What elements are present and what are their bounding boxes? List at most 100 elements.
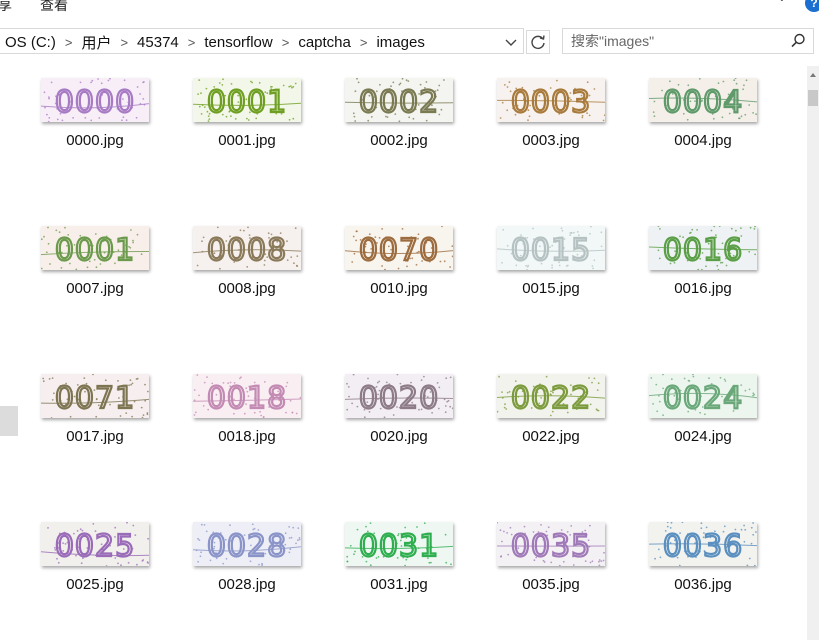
breadcrumb: OS (C:) > 用户 > 45374 > tensorflow > capt… [5,32,425,53]
file-name[interactable]: 0036.jpg [638,576,768,593]
file-name[interactable]: 0007.jpg [30,280,160,297]
captcha-thumbnail: 0036 [649,522,757,566]
captcha-thumbnail: 0003 [497,78,605,122]
file-item[interactable]: 0018 0018.jpg [182,360,312,460]
address-bar[interactable]: OS (C:) > 用户 > 45374 > tensorflow > capt… [0,28,524,54]
file-name[interactable]: 0015.jpg [486,280,616,297]
help-icon[interactable]: ? [805,0,819,12]
captcha-thumbnail: 0070 [345,226,453,270]
file-item[interactable]: 0002 0002.jpg [334,64,464,164]
captcha-text: 0071 [55,381,135,416]
ribbon-tab-view[interactable]: 查看 [40,0,68,15]
file-item[interactable]: 0001 0001.jpg [182,64,312,164]
captcha-text: 0001 [207,85,287,120]
file-name[interactable]: 0024.jpg [638,428,768,445]
search-input[interactable] [571,32,781,50]
captcha-thumbnail: 0071 [41,374,149,418]
captcha-thumbnail: 0004 [649,78,757,122]
scrollbar-thumb[interactable] [808,90,818,106]
vertical-scrollbar[interactable] [807,66,819,640]
captcha-thumbnail: 0002 [345,78,453,122]
file-name[interactable]: 0008.jpg [182,280,312,297]
file-name[interactable]: 0018.jpg [182,428,312,445]
captcha-thumbnail: 0035 [497,522,605,566]
breadcrumb-item-user[interactable]: 45374 [137,34,179,51]
file-list: 0000 0000.jpg 0001 0001.jpg 0002 0002.jpg 0003… [20,64,807,640]
captcha-text: 0018 [207,381,287,416]
file-name[interactable]: 0017.jpg [30,428,160,445]
captcha-thumbnail: 0018 [193,374,301,418]
file-item[interactable]: 0000 0000.jpg [30,64,160,164]
expand-ribbon-icon[interactable]: ⌄ [776,0,788,5]
chevron-right-icon[interactable]: > [65,35,73,50]
file-name[interactable]: 0004.jpg [638,132,768,149]
file-name[interactable]: 0025.jpg [30,576,160,593]
file-item[interactable]: 0020 0020.jpg [334,360,464,460]
file-name[interactable]: 0003.jpg [486,132,616,149]
chevron-right-icon[interactable]: > [360,35,368,50]
file-item[interactable]: 0015 0015.jpg [486,212,616,312]
scroll-up-icon[interactable] [807,68,819,80]
file-item[interactable]: 0001 0007.jpg [30,212,160,312]
captcha-text: 0028 [207,529,287,564]
breadcrumb-item-drive[interactable]: OS (C:) [5,34,56,51]
chevron-down-icon[interactable] [502,33,520,51]
captcha-text: 0016 [663,233,743,268]
file-name[interactable]: 0022.jpg [486,428,616,445]
file-item[interactable]: 0070 0010.jpg [334,212,464,312]
file-item[interactable]: 0016 0016.jpg [638,212,768,312]
captcha-thumbnail: 0025 [41,522,149,566]
captcha-text: 0031 [359,529,439,564]
file-item[interactable]: 0035 0035.jpg [486,508,616,608]
captcha-text: 0035 [511,529,591,564]
breadcrumb-item-captcha[interactable]: captcha [298,34,351,51]
file-name[interactable]: 0000.jpg [30,132,160,149]
captcha-thumbnail: 0016 [649,226,757,270]
file-item[interactable]: 0025 0025.jpg [30,508,160,608]
ribbon-tab-share[interactable]: 享 [0,0,12,15]
file-name[interactable]: 0010.jpg [334,280,464,297]
file-item[interactable]: 0008 0008.jpg [182,212,312,312]
navigation-pane-fragment[interactable] [0,406,18,436]
file-item[interactable]: 0036 0036.jpg [638,508,768,608]
file-item[interactable]: 0022 0022.jpg [486,360,616,460]
captcha-thumbnail: 0022 [497,374,605,418]
breadcrumb-item-tensorflow[interactable]: tensorflow [204,34,272,51]
file-name[interactable]: 0035.jpg [486,576,616,593]
captcha-text: 0020 [359,381,439,416]
file-item[interactable]: 0031 0031.jpg [334,508,464,608]
file-name[interactable]: 0031.jpg [334,576,464,593]
chevron-right-icon[interactable]: > [282,35,290,50]
search-icon[interactable] [789,32,807,50]
captcha-text: 0036 [663,529,743,564]
breadcrumb-item-images[interactable]: images [376,34,424,51]
file-item[interactable]: 0024 0024.jpg [638,360,768,460]
captcha-thumbnail: 0031 [345,522,453,566]
refresh-button[interactable] [526,30,550,54]
breadcrumb-item-users[interactable]: 用户 [81,32,111,53]
captcha-text: 0001 [55,233,135,268]
captcha-text: 0015 [511,233,591,268]
file-item[interactable]: 0028 0028.jpg [182,508,312,608]
captcha-text: 0070 [359,233,439,268]
file-name[interactable]: 0016.jpg [638,280,768,297]
captcha-text: 0003 [511,85,591,120]
captcha-text: 0024 [663,381,743,416]
captcha-thumbnail: 0000 [41,78,149,122]
captcha-text: 0002 [359,85,439,120]
file-item[interactable]: 0003 0003.jpg [486,64,616,164]
chevron-right-icon[interactable]: > [188,35,196,50]
file-name[interactable]: 0028.jpg [182,576,312,593]
captcha-thumbnail: 0008 [193,226,301,270]
chevron-right-icon[interactable]: > [120,35,128,50]
file-name[interactable]: 0002.jpg [334,132,464,149]
refresh-icon [531,35,545,49]
captcha-thumbnail: 0015 [497,226,605,270]
file-name[interactable]: 0020.jpg [334,428,464,445]
ribbon: 享 查看 ⌄ ? [0,0,819,26]
search-box[interactable] [562,28,814,54]
file-item[interactable]: 0004 0004.jpg [638,64,768,164]
captcha-thumbnail: 0024 [649,374,757,418]
file-name[interactable]: 0001.jpg [182,132,312,149]
file-item[interactable]: 0071 0017.jpg [30,360,160,460]
